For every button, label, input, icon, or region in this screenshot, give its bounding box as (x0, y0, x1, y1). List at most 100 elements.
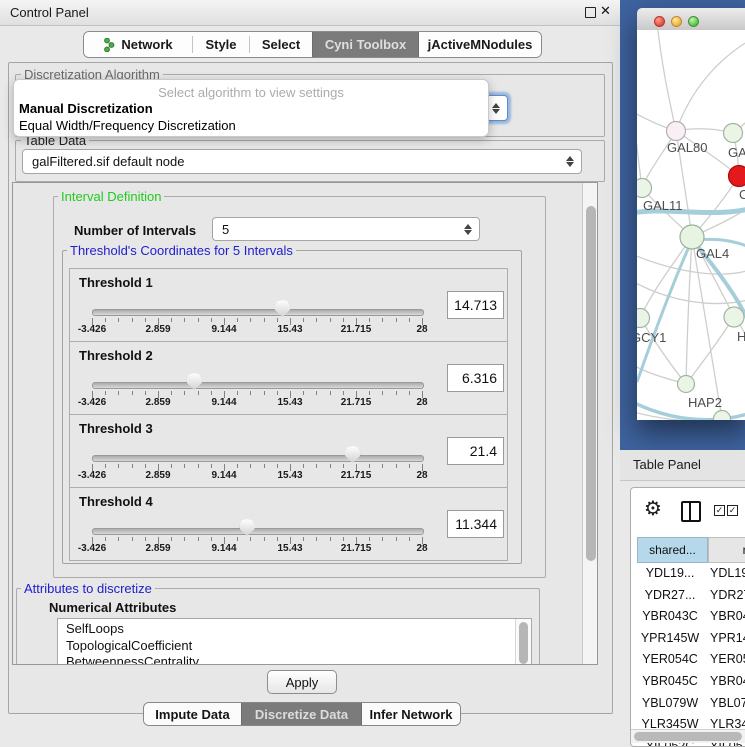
slider-tick (409, 537, 410, 541)
slider-tick (198, 391, 199, 395)
network-window-titlebar[interactable] (637, 8, 745, 31)
cell-name[interactable]: YPR14 (703, 628, 745, 650)
slider-tick (237, 391, 238, 395)
tab-select-label: Select (262, 37, 300, 52)
cell-name[interactable]: YBR04 (703, 671, 745, 693)
tab-impute-data[interactable]: Impute Data (144, 703, 241, 725)
gear-icon[interactable]: ⚙ (644, 496, 662, 520)
column-header-shared-name[interactable]: shared... (637, 537, 708, 563)
threshold-3-value-field[interactable] (447, 437, 504, 465)
table-row[interactable]: YBR043CYBR04 (637, 606, 745, 628)
threshold-3-slider-track[interactable] (92, 455, 424, 462)
checkbox-icon[interactable]: ✓ (727, 505, 738, 516)
tab-cyni-toolbox[interactable]: Cyni Toolbox (312, 32, 419, 57)
network-edge[interactable] (657, 30, 676, 131)
cell-name[interactable]: YER05 (703, 649, 745, 671)
cell-shared-name[interactable]: YBR043C (637, 606, 703, 628)
slider-tick (118, 464, 119, 468)
slider-tick (171, 318, 172, 322)
network-node-gal80[interactable] (667, 122, 686, 141)
tab-style[interactable]: Style (193, 32, 249, 57)
attribute-list-item[interactable]: SelfLoops (58, 621, 515, 638)
table-scrollbar-thumb[interactable] (634, 732, 742, 741)
table-horizontal-scrollbar[interactable] (631, 729, 745, 743)
slider-tick (396, 391, 397, 395)
threshold-4-label: Threshold 4 (79, 494, 153, 509)
minimize-traffic-light-icon[interactable] (671, 16, 682, 27)
number-of-intervals-combobox[interactable]: 5 (212, 217, 480, 241)
threshold-2-slider-track[interactable] (92, 382, 424, 389)
panel-scrollbar[interactable] (582, 183, 598, 665)
network-canvas[interactable]: GAL80GACGAL11GAL4GCY1HHAP2 (637, 30, 745, 420)
slider-tick-label: 2.859 (145, 397, 170, 408)
cell-shared-name[interactable]: YBR045C (637, 671, 703, 693)
cell-name[interactable]: YBR04 (703, 606, 745, 628)
table-row[interactable]: YBL079WYBL07 (637, 693, 745, 715)
slider-tick (369, 391, 370, 395)
network-node-label: C (739, 187, 745, 202)
slider-tick (264, 391, 265, 395)
slider-tick-label: 21.715 (341, 324, 372, 335)
float-window-icon[interactable] (585, 7, 596, 18)
control-panel: Control Panel ✕ Network Style (0, 0, 620, 745)
panel-scrollbar-thumb[interactable] (586, 206, 596, 561)
tab-discretize-data[interactable]: Discretize Data (241, 703, 362, 725)
threshold-4-slider-track[interactable] (92, 528, 424, 535)
network-node[interactable] (714, 411, 731, 421)
table-row[interactable]: YDR27...YDR27 (637, 585, 745, 607)
cell-name[interactable]: YDR27 (703, 585, 745, 607)
slider-tick (382, 391, 383, 395)
threshold-1-slider-track[interactable] (92, 309, 424, 316)
cell-shared-name[interactable]: YPR145W (637, 628, 703, 650)
slider-tick (277, 318, 278, 322)
slider-tick-label: 15.43 (277, 397, 302, 408)
columns-icon[interactable] (681, 501, 701, 522)
threshold-1-value-field[interactable] (447, 291, 504, 319)
tab-select[interactable]: Select (250, 32, 312, 57)
zoom-traffic-light-icon[interactable] (688, 16, 699, 27)
network-node-c[interactable] (729, 166, 745, 187)
cell-shared-name[interactable]: YER054C (637, 649, 703, 671)
table-row[interactable]: YBR045CYBR04 (637, 671, 745, 693)
network-edge[interactable] (676, 36, 745, 131)
cell-name[interactable]: YDL19 (703, 563, 745, 585)
attribute-list-item[interactable]: TopologicalCoefficient (58, 638, 515, 655)
close-traffic-light-icon[interactable] (654, 16, 665, 27)
network-node-h[interactable] (724, 307, 744, 327)
cell-shared-name[interactable]: YBL079W (637, 693, 703, 715)
close-icon[interactable]: ✕ (600, 4, 611, 19)
network-edge[interactable] (686, 237, 692, 384)
apply-button[interactable]: Apply (267, 670, 337, 694)
network-edge[interactable] (686, 317, 734, 384)
list-scrollbar[interactable] (515, 619, 531, 665)
network-node-label: GCY1 (637, 330, 666, 345)
cell-shared-name[interactable]: YDR27... (637, 585, 703, 607)
tab-jactivemnodules[interactable]: jActiveMNodules (419, 32, 541, 57)
algorithm-option-manual[interactable]: Manual Discretization (19, 101, 153, 116)
network-node-hap2[interactable] (678, 376, 695, 393)
table-data-combobox[interactable]: galFiltered.sif default node (22, 149, 582, 174)
network-node-gcy1[interactable] (637, 309, 650, 328)
list-scrollbar-thumb[interactable] (519, 622, 528, 664)
column-header-name[interactable]: na (708, 537, 745, 563)
table-row[interactable]: YPR145WYPR14 (637, 628, 745, 650)
attribute-list-item[interactable]: BetweennessCentrality (58, 654, 515, 665)
algorithm-option-equal-width[interactable]: Equal Width/Frequency Discretization (19, 118, 236, 133)
network-node-gal11[interactable] (637, 179, 652, 198)
threshold-4-value-field[interactable] (447, 510, 504, 538)
tab-infer-network[interactable]: Infer Network (362, 703, 460, 725)
threshold-2-value-field[interactable] (447, 364, 504, 392)
checkbox-icon[interactable]: ✓ (714, 505, 725, 516)
slider-tick (277, 537, 278, 541)
table-row[interactable]: YDL19...YDL19 (637, 563, 745, 585)
network-edge[interactable] (637, 88, 642, 188)
network-node-ga[interactable] (724, 124, 743, 143)
table-row[interactable]: YER054CYER05 (637, 649, 745, 671)
tab-cyni-toolbox-label: Cyni Toolbox (325, 37, 406, 52)
cell-name[interactable]: YBL07 (703, 693, 745, 715)
numerical-attributes-list[interactable]: SelfLoopsTopologicalCoefficientBetweenne… (57, 618, 532, 665)
tab-network[interactable]: Network (84, 32, 192, 57)
cell-shared-name[interactable]: YDL19... (637, 563, 703, 585)
slider-tick-label: 28 (416, 470, 427, 481)
tab-jactivemnodules-label: jActiveMNodules (428, 37, 533, 52)
